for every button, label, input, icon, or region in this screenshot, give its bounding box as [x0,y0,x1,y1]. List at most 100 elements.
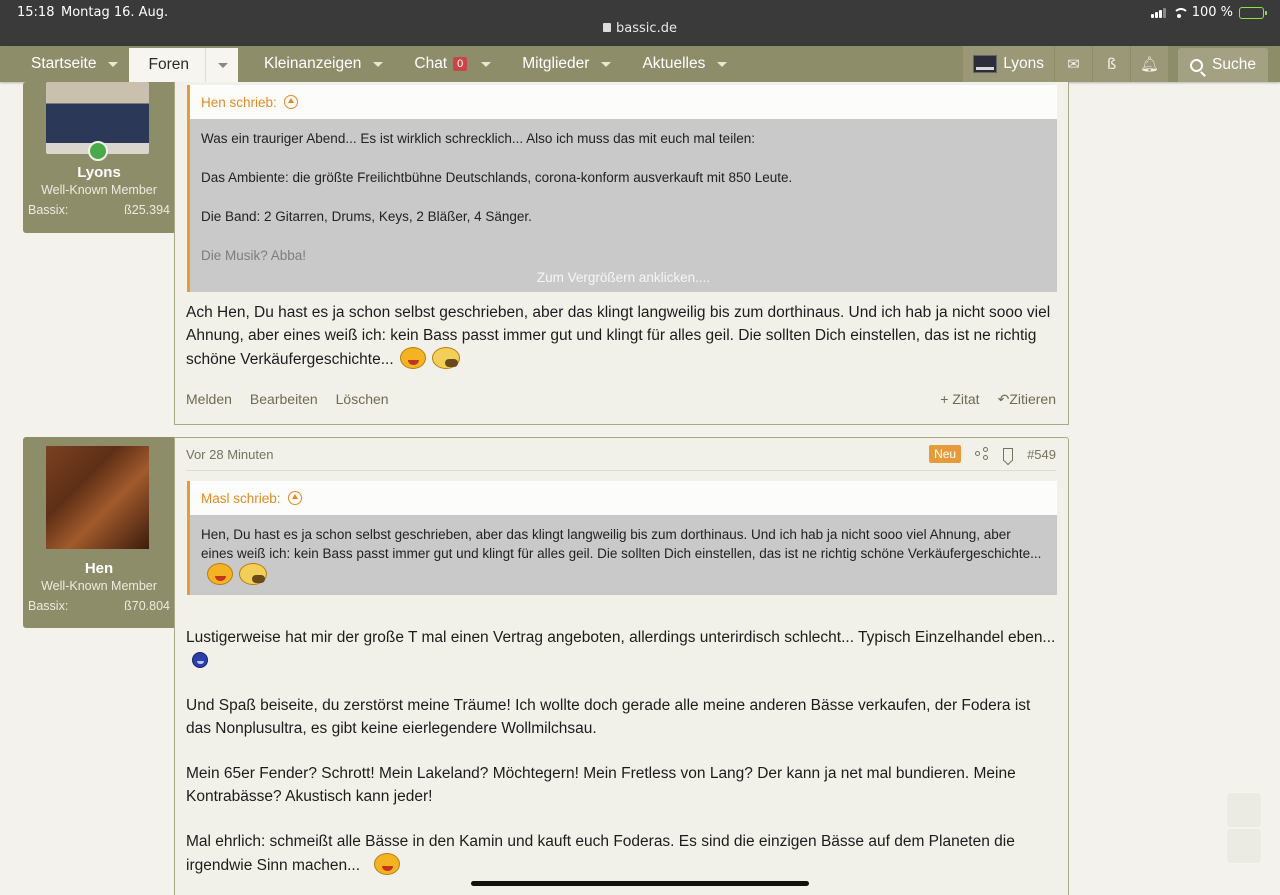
status-bar: 15:18 Montag 16. Aug. bassic.de 100 % [0,0,1280,46]
share-icon[interactable] [975,447,989,461]
battery-icon [1239,6,1267,19]
post-lyons: Hen schrieb: Was ein trauriger Abend... … [174,82,1069,425]
quote-block: Hen schrieb: Was ein trauriger Abend... … [187,85,1057,292]
avatar [973,55,998,73]
stat-label: Bassix: [28,203,69,217]
tab-startseite[interactable]: Startseite [0,46,119,82]
quote-header[interactable]: Masl schrieb: [190,481,1057,515]
blue-face-emoji-icon [192,652,208,668]
quote-body: Hen, Du hast es ja schon selbst geschrie… [190,515,1057,585]
new-badge: Neu [929,445,962,463]
status-indicators: 100 % [1150,5,1267,20]
nav-username: Lyons [1003,55,1045,72]
quote-author: Masl schrieb: [201,490,281,506]
chevron-down-icon[interactable] [108,61,119,67]
stat-value: ß25.394 [124,203,170,217]
post-text: Ach Hen, Du hast es ja schon selbst gesc… [186,304,1051,368]
bell-icon[interactable]: 🔔︎ [1131,46,1169,82]
user-stat: Bassix: ß70.804 [23,599,175,613]
tab-label: Startseite [31,55,97,72]
tab-chat[interactable]: Chat 0 [383,46,492,82]
username[interactable]: Hen [23,560,175,577]
multiquote-button[interactable]: + Zitat [940,391,979,408]
tab-label: Foren [148,56,189,73]
user-stat: Bassix: ß25.394 [23,203,175,217]
search-label: Suche [1212,56,1256,73]
tab-kleinanzeigen[interactable]: Kleinanzeigen [238,46,384,82]
quote-body: Was ein trauriger Abend... Es ist wirkli… [190,119,1057,265]
inbox-icon[interactable]: ✉ [1055,46,1093,82]
post-time[interactable]: Vor 28 Minuten [186,447,273,462]
home-indicator[interactable] [471,881,809,886]
post-body: Ach Hen, Du hast es ja schon selbst gesc… [186,301,1056,371]
scroll-up-button[interactable] [1227,793,1261,827]
address-bar[interactable]: bassic.de [0,21,1280,36]
user-card-lyons: Lyons Well-Known Member Bassix: ß25.394 [23,82,175,233]
bookmark-icon[interactable] [1003,447,1014,461]
quote-line: Das Ambiente: die größte Freilichtbühne … [201,170,793,185]
jump-up-icon[interactable] [283,95,298,109]
wifi-icon [1172,7,1189,18]
quote-header[interactable]: Hen schrieb: [190,85,1057,119]
username[interactable]: Lyons [23,164,175,181]
lock-icon [603,23,612,32]
paragraph-text: Mal ehrlich: schmeißt alle Bässe in den … [186,833,1015,874]
url-text: bassic.de [616,21,677,36]
delete-link[interactable]: Löschen [336,391,389,408]
report-link[interactable]: Melden [186,391,232,408]
chevron-down-icon[interactable] [601,61,612,67]
search-button[interactable]: Suche [1178,48,1268,82]
laugh-emoji-icon [374,853,401,875]
expand-quote-link[interactable]: Zum Vergrößern anklicken.... [190,270,1057,285]
user-card-hen: Hen Well-Known Member Bassix: ß70.804 [23,437,185,628]
user-title: Well-Known Member [41,579,157,593]
bassix-icon[interactable]: ß [1093,46,1131,82]
post-hen: Vor 28 Minuten Neu #549 Masl schrieb: He… [174,437,1069,895]
tab-label: Kleinanzeigen [263,55,362,72]
avatar[interactable] [46,446,149,549]
grin-emoji-icon [399,347,426,369]
quote-line: Die Musik? Abba! [201,248,307,263]
stat-label: Bassix: [28,599,69,613]
jump-up-icon[interactable] [287,491,302,505]
tab-foren[interactable]: Foren [129,48,238,82]
post-paragraph: Mal ehrlich: schmeißt alle Bässe in den … [186,830,1056,877]
quote-author: Hen schrieb: [201,94,277,110]
post-number[interactable]: #549 [1027,447,1056,462]
quote-text: Hen, Du hast es ja schon selbst geschrie… [201,527,1042,561]
edit-link[interactable]: Bearbeiten [250,391,318,408]
signal-icon [1150,7,1166,18]
chevron-down-icon[interactable] [481,61,492,67]
quote-line: Was ein trauriger Abend... Es ist wirkli… [201,131,755,146]
scroll-down-button[interactable] [1227,829,1261,863]
chevron-down-icon[interactable] [373,61,384,67]
quote-line: Die Band: 2 Gitarren, Drums, Keys, 2 Blä… [201,209,532,224]
post-paragraph: Und Spaß beiseite, du zerstörst meine Tr… [186,697,1031,737]
post-header: Vor 28 Minuten Neu #549 [186,438,1056,471]
battery-percent: 100 % [1191,5,1233,20]
chevron-down-icon[interactable] [217,62,228,68]
user-menu[interactable]: Lyons [963,46,1055,82]
post-body: Lustigerweise hat mir der große T mal ei… [186,626,1056,895]
tab-mitglieder[interactable]: Mitglieder [491,46,612,82]
stat-value: ß70.804 [124,599,170,613]
tab-aktuelles[interactable]: Aktuelles [611,46,728,82]
bass-emoji-icon [431,347,460,369]
quote-block: Masl schrieb: Hen, Du hast es ja schon s… [187,481,1057,595]
bass-emoji-icon [239,563,267,585]
chevron-down-icon[interactable] [717,61,728,67]
reply-label: Zitieren [1009,391,1056,407]
user-title: Well-Known Member [41,183,157,197]
chat-badge: 0 [453,57,468,71]
nav-right-group: Lyons ✉ ß 🔔︎ Suche [963,46,1280,82]
status-date: Montag 16. Aug. [61,5,169,20]
status-time: 15:18 [17,5,55,20]
grin-emoji-icon [207,563,233,585]
tab-label: Aktuelles [642,55,706,72]
post-paragraph: Mein 65er Fender? Schrott! Mein Lakeland… [186,765,1016,805]
tab-label: Mitglieder [522,55,590,72]
main-nav: Startseite Foren Kleinanzeigen Chat 0 Mit… [0,46,1280,82]
tab-label: Chat [414,55,448,72]
paragraph-text: Lustigerweise hat mir der große T mal ei… [186,629,1056,646]
reply-button[interactable]: ↶Zitieren [998,391,1056,408]
